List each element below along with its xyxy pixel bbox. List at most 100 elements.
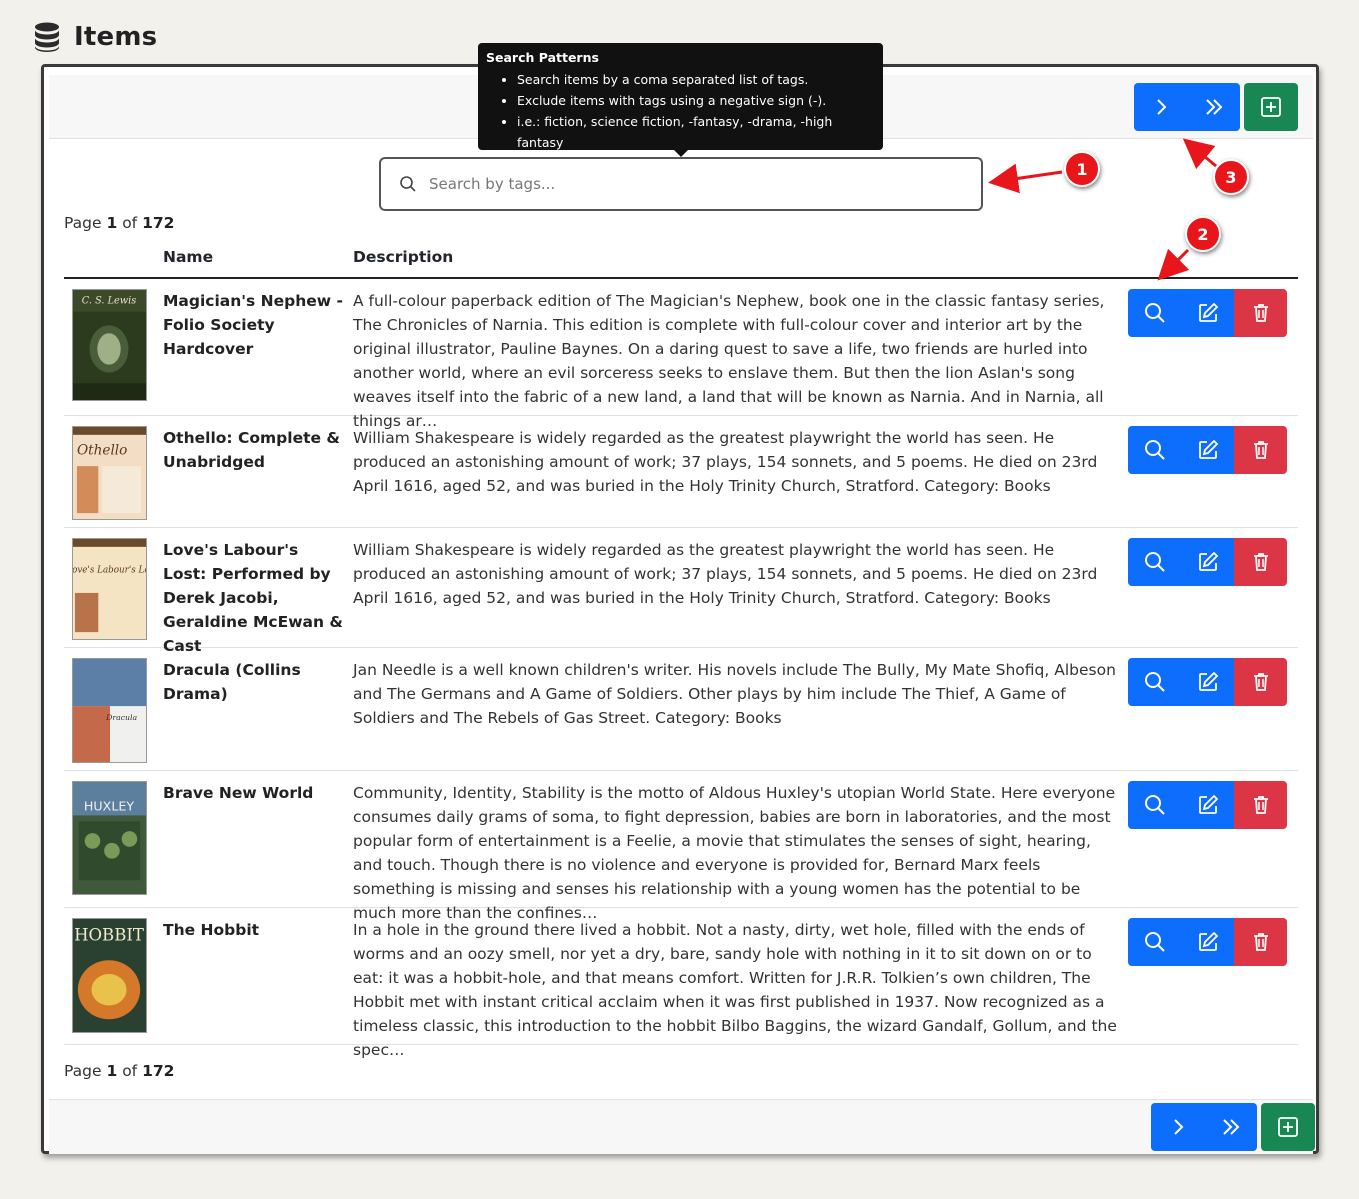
delete-item-button[interactable] [1234, 538, 1287, 586]
current-page: 1 [106, 214, 118, 232]
search-icon [1144, 795, 1165, 815]
column-header-description: Description [353, 248, 454, 266]
trash-icon [1253, 796, 1268, 814]
book-cover-image: C. S. Lewis [72, 289, 147, 401]
double-chevron-right-icon [1205, 99, 1222, 115]
next-page-button[interactable] [1151, 1103, 1204, 1151]
bottom-pagination-controls [1151, 1103, 1315, 1151]
item-name: Love's Labour's Lost: Performed by Derek… [163, 541, 343, 655]
book-cover-image: HUXLEY [72, 781, 147, 895]
table-row: HUXLEY Brave New World Community, Identi… [64, 771, 1298, 922]
item-description: William Shakespeare is widely regarded a… [353, 541, 1098, 607]
trash-icon [1253, 553, 1268, 571]
page-header: Items [34, 22, 157, 52]
edit-icon [1198, 931, 1218, 951]
row-actions [1128, 538, 1287, 586]
next-page-button[interactable] [1134, 83, 1187, 131]
trash-icon [1253, 304, 1268, 322]
edit-icon [1198, 551, 1218, 571]
page-title: Items [74, 22, 158, 52]
page-info-bottom: Page 1 of 172 [64, 1062, 174, 1080]
table-row: Dracula Dracula (Collins Drama) Jan Need… [64, 648, 1298, 771]
database-icon [35, 22, 59, 52]
tooltip-title: Search Patterns [486, 50, 599, 65]
edit-item-button[interactable] [1181, 918, 1234, 966]
search-icon [400, 176, 416, 192]
book-cover-image: HOBBIT [72, 918, 147, 1033]
delete-item-button[interactable] [1234, 426, 1287, 474]
row-actions [1128, 658, 1287, 706]
plus-square-icon [1278, 1117, 1298, 1137]
total-pages: 172 [142, 214, 175, 232]
edit-item-button[interactable] [1181, 658, 1234, 706]
book-cover-image: Dracula [72, 658, 147, 763]
row-actions [1128, 426, 1287, 474]
last-page-button[interactable] [1187, 83, 1240, 131]
search-input[interactable] [429, 175, 949, 193]
cover-title: Othello [77, 442, 127, 458]
delete-item-button[interactable] [1234, 289, 1287, 337]
edit-item-button[interactable] [1181, 426, 1234, 474]
last-page-button[interactable] [1204, 1103, 1257, 1151]
tooltip-line: Exclude items with tags using a negative… [517, 90, 875, 111]
book-cover-image: Love's Labour's Lost [72, 538, 147, 640]
search-patterns-tooltip: Search Patterns Search items by a coma s… [478, 43, 883, 157]
search-box[interactable] [379, 157, 983, 211]
items-table: Name Description C. S. Lewis Magician's … [64, 242, 1298, 1059]
double-chevron-right-icon [1222, 1119, 1239, 1135]
view-item-button[interactable] [1128, 289, 1181, 337]
trash-icon [1253, 673, 1268, 691]
items-panel: Search Patterns Search items by a coma s… [41, 43, 1319, 1154]
chevron-right-icon [1173, 1119, 1183, 1135]
edit-icon [1198, 439, 1218, 459]
table-row: Love's Labour's Lost Love's Labour's Los… [64, 528, 1298, 655]
item-description: In a hole in the ground there lived a ho… [353, 921, 1117, 1059]
row-actions [1128, 781, 1287, 829]
page-of: of [122, 1062, 138, 1080]
edit-item-button[interactable] [1181, 289, 1234, 337]
delete-item-button[interactable] [1234, 781, 1287, 829]
bottom-toolbar [49, 1099, 1315, 1154]
callout-badge: 1 [1064, 151, 1100, 187]
item-name: Brave New World [163, 784, 314, 802]
tooltip-line: i.e.: fiction, science fiction, -fantasy… [517, 111, 875, 153]
table-header: Name Description [64, 242, 1298, 279]
add-item-button[interactable] [1244, 83, 1298, 131]
view-item-button[interactable] [1128, 781, 1181, 829]
edit-item-button[interactable] [1181, 781, 1234, 829]
view-item-button[interactable] [1128, 426, 1181, 474]
edit-icon [1198, 794, 1218, 814]
view-item-button[interactable] [1128, 918, 1181, 966]
column-header-name: Name [163, 248, 214, 266]
item-description: A full-colour paperback edition of The M… [353, 292, 1105, 430]
page-info-top: Page 1 of 172 [64, 214, 174, 232]
item-name: Dracula (Collins Drama) [163, 661, 301, 703]
cover-author: C. S. Lewis [82, 296, 136, 307]
view-item-button[interactable] [1128, 658, 1181, 706]
item-description: Community, Identity, Stability is the mo… [353, 784, 1116, 922]
item-name: Magician's Nephew - Folio Society Hardco… [163, 292, 343, 358]
search-icon [1144, 440, 1165, 460]
current-page: 1 [106, 1062, 118, 1080]
item-description: William Shakespeare is widely regarded a… [353, 429, 1098, 495]
plus-square-icon [1261, 97, 1281, 117]
table-row: C. S. Lewis Magician's Nephew - Folio So… [64, 279, 1298, 430]
trash-icon [1253, 933, 1268, 951]
row-actions [1128, 918, 1287, 966]
view-item-button[interactable] [1128, 538, 1181, 586]
search-icon [1144, 672, 1165, 692]
total-pages: 172 [142, 1062, 175, 1080]
page-of: of [122, 214, 138, 232]
item-name: The Hobbit [163, 921, 260, 939]
edit-icon [1198, 671, 1218, 691]
delete-item-button[interactable] [1234, 918, 1287, 966]
edit-item-button[interactable] [1181, 538, 1234, 586]
cover-title: HOBBIT [74, 926, 144, 945]
delete-item-button[interactable] [1234, 658, 1287, 706]
add-item-button[interactable] [1261, 1103, 1315, 1151]
trash-icon [1253, 441, 1268, 459]
search-icon [1144, 552, 1165, 572]
book-cover-image: Othello [72, 426, 147, 520]
row-actions [1128, 289, 1287, 337]
table-row: HOBBIT The Hobbit In a hole in the groun… [64, 908, 1298, 1059]
